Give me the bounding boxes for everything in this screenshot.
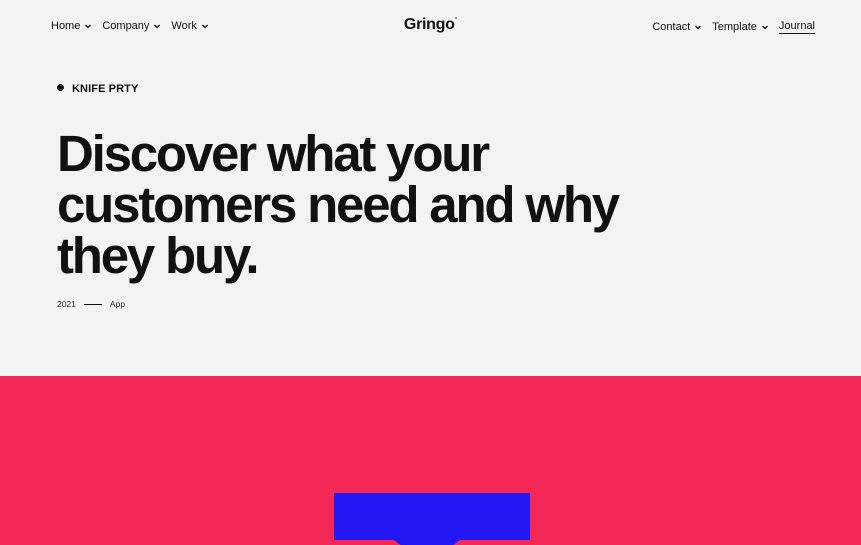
hero-blue-shape [334,493,530,540]
nav-right-group: Contact Template Journal [652,20,815,34]
nav-item-contact[interactable]: Contact [652,21,702,33]
logo-mark: ° [454,17,458,24]
project-eyebrow: KNIFE PRTY [57,83,138,95]
chevron-down-icon [695,25,702,30]
nav-item-journal[interactable]: Journal [778,20,815,34]
hero-headline: Discover what your customers need and wh… [57,125,620,284]
nav-item-label: Template [712,21,757,33]
top-navigation: Home Company Work Gringo° Contact Templa… [0,0,861,56]
meta-divider [83,303,102,305]
project-meta: 2021 App [57,299,125,309]
logo-text: Gringo [403,16,455,33]
nav-item-label: Journal [778,20,815,32]
eyebrow-label: KNIFE PRTY [72,83,139,95]
project-year: 2021 [57,299,76,309]
bullet-dot-icon [57,83,64,91]
project-category: App [109,299,126,309]
hero-blue-shape-stem [394,540,460,545]
nav-item-template[interactable]: Template [712,21,769,33]
nav-item-label: Contact [652,21,691,33]
chevron-down-icon [761,25,768,30]
